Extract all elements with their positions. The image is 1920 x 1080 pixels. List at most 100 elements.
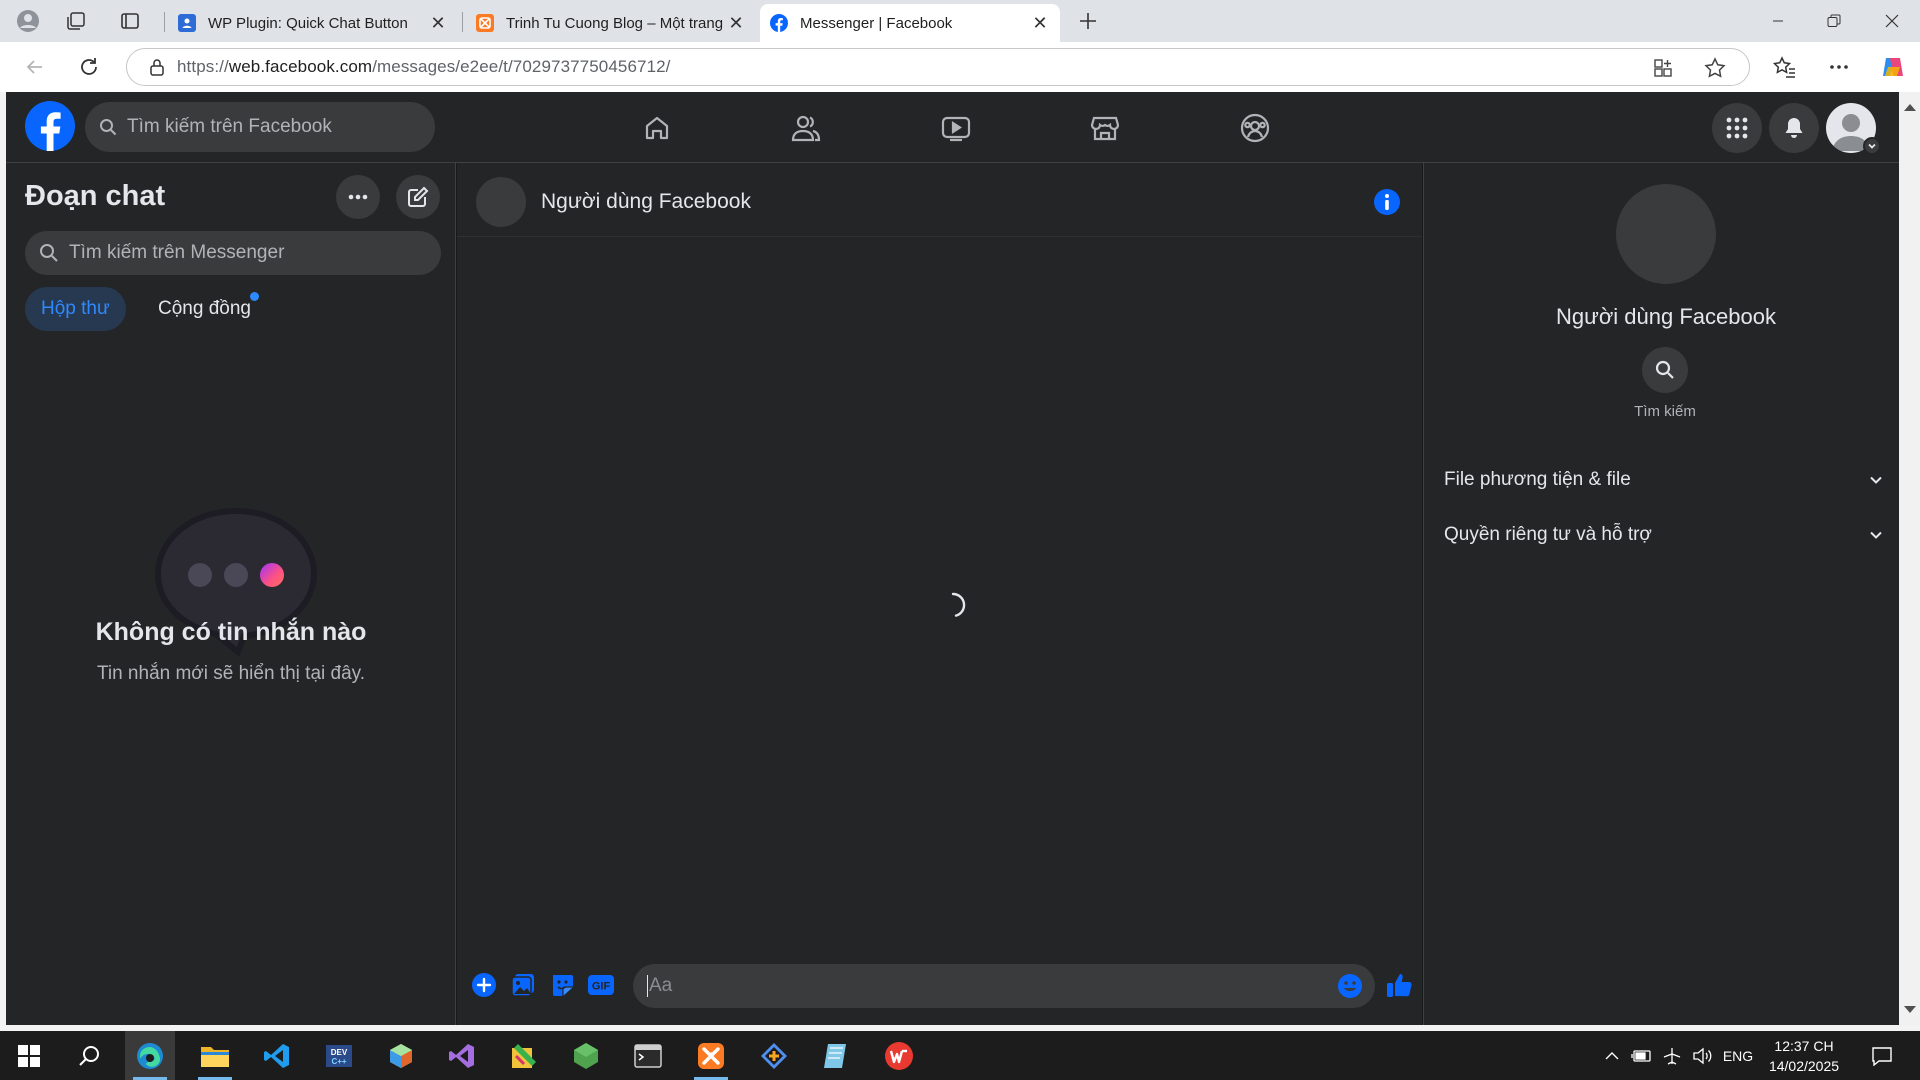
close-tab-icon[interactable]: ✕ xyxy=(726,13,746,33)
url-field[interactable]: https://web.facebook.com/messages/e2ee/t… xyxy=(126,48,1750,86)
xampp-icon xyxy=(476,14,494,32)
section-label: Quyền riêng tư và hỗ trợ xyxy=(1444,524,1652,545)
tab-title: Trinh Tu Cuong Blog – Một trang xyxy=(506,14,724,32)
xampp-icon[interactable] xyxy=(686,1031,736,1080)
tab-community[interactable]: Cộng đồng xyxy=(142,287,267,331)
photo-icon[interactable] xyxy=(508,970,538,1000)
tab-inbox[interactable]: Hộp thư xyxy=(25,287,126,331)
battery-icon[interactable] xyxy=(1628,1031,1656,1080)
section-label: File phương tiện & file xyxy=(1444,469,1631,490)
taskbar-clock[interactable]: 12:37 CH 14/02/2025 xyxy=(1760,1036,1848,1076)
workspaces-icon[interactable] xyxy=(60,6,92,36)
empty-state-subtitle: Tin nhắn mới sẽ hiển thị tại đây. xyxy=(96,663,366,684)
chat-options-button[interactable] xyxy=(336,175,380,219)
paint-app-icon[interactable] xyxy=(499,1031,549,1080)
copilot-icon[interactable] xyxy=(1876,51,1910,83)
lock-icon[interactable] xyxy=(137,58,177,76)
minimize-icon[interactable] xyxy=(1750,0,1806,42)
contact-avatar-large[interactable] xyxy=(1616,184,1716,284)
favorite-star-icon[interactable] xyxy=(1697,49,1733,87)
git-tool-icon[interactable] xyxy=(749,1031,799,1080)
new-tab-icon[interactable] xyxy=(1072,6,1104,36)
clock-date: 14/02/2025 xyxy=(1768,1058,1840,1074)
nodejs-icon[interactable] xyxy=(561,1031,611,1080)
plus-circle-icon[interactable] xyxy=(469,970,499,1000)
more-menu-icon[interactable] xyxy=(1822,51,1856,83)
compose-icon xyxy=(408,186,429,207)
chats-sidebar: Đoạn chat Tìm kiếm trên Messenger Hộp th… xyxy=(6,163,456,1025)
scroll-down-icon[interactable] xyxy=(1904,1006,1916,1013)
search-label: Tìm kiếm xyxy=(1634,403,1696,420)
page-viewport: Tìm kiếm trên Facebook Đoạn chat Tìm kiế… xyxy=(6,92,1899,1025)
section-privacy-support[interactable]: Quyền riêng tư và hỗ trợ xyxy=(1444,515,1884,555)
conversation-details-panel: Người dùng Facebook Tìm kiếm File phương… xyxy=(1423,163,1899,1025)
contact-name[interactable]: Người dùng Facebook xyxy=(541,190,751,214)
edge-icon[interactable] xyxy=(125,1031,175,1080)
page-scrollbar[interactable] xyxy=(1899,92,1920,1025)
reload-icon[interactable] xyxy=(72,51,106,83)
chevron-down-icon xyxy=(1870,476,1882,484)
terminal-icon[interactable] xyxy=(623,1031,673,1080)
info-icon[interactable] xyxy=(1373,188,1401,216)
marketplace-icon[interactable] xyxy=(1045,100,1165,156)
address-bar-row: https://web.facebook.com/messages/e2ee/t… xyxy=(0,42,1920,92)
tab-wp-plugin[interactable]: WP Plugin: Quick Chat Button ✕ xyxy=(168,4,458,42)
browser-tab-bar: WP Plugin: Quick Chat Button ✕ Trinh Tu … xyxy=(0,0,1920,42)
notifications-bell-icon[interactable] xyxy=(1769,103,1819,153)
home-icon[interactable] xyxy=(597,100,717,156)
contact-avatar[interactable] xyxy=(476,177,526,227)
devcpp-icon[interactable]: DEV C++ xyxy=(314,1031,364,1080)
wps-office-icon[interactable] xyxy=(874,1031,924,1080)
chevron-down-icon[interactable] xyxy=(1863,137,1881,155)
menu-grid-icon[interactable] xyxy=(1712,103,1762,153)
restore-icon[interactable] xyxy=(1806,0,1862,42)
notes-app-icon[interactable] xyxy=(811,1031,861,1080)
facebook-search-input[interactable]: Tìm kiếm trên Facebook xyxy=(85,102,435,152)
visual-studio-icon[interactable] xyxy=(437,1031,487,1080)
tab-actions-icon[interactable] xyxy=(114,6,146,36)
close-window-icon[interactable] xyxy=(1864,0,1920,42)
messenger-search-input[interactable]: Tìm kiếm trên Messenger xyxy=(25,231,441,275)
3d-cube-app-icon[interactable] xyxy=(376,1031,426,1080)
input-language[interactable]: ENG xyxy=(1718,1031,1758,1080)
svg-text:DEV: DEV xyxy=(331,1048,348,1057)
notifications-center-icon[interactable] xyxy=(1864,1031,1900,1080)
close-tab-icon[interactable]: ✕ xyxy=(428,13,448,33)
conversation-panel: Người dùng Facebook GIF Aa xyxy=(457,163,1422,1025)
sticker-icon[interactable] xyxy=(547,970,577,1000)
show-hidden-icons-icon[interactable] xyxy=(1600,1031,1624,1080)
tab-messenger[interactable]: Messenger | Facebook ✕ xyxy=(760,4,1060,42)
windows-start-icon[interactable] xyxy=(4,1031,54,1080)
chevron-down-icon xyxy=(1870,531,1882,539)
search-in-conversation-button[interactable] xyxy=(1642,347,1688,393)
volume-icon[interactable] xyxy=(1688,1031,1716,1080)
emoji-icon[interactable] xyxy=(1335,971,1365,1001)
scroll-up-icon[interactable] xyxy=(1904,104,1916,111)
search-icon[interactable] xyxy=(64,1031,114,1080)
message-input[interactable]: Aa xyxy=(633,964,1375,1008)
airplane-mode-icon[interactable] xyxy=(1658,1031,1686,1080)
vscode-icon[interactable] xyxy=(252,1031,302,1080)
svg-text:GIF: GIF xyxy=(592,981,611,993)
tab-title: WP Plugin: Quick Chat Button xyxy=(208,14,408,32)
friends-icon[interactable] xyxy=(746,100,866,156)
loading-spinner-icon xyxy=(939,591,967,619)
favorites-icon[interactable] xyxy=(1768,51,1802,83)
groups-icon[interactable] xyxy=(1195,100,1315,156)
tab-trinh-tu-cuong-blog[interactable]: Trinh Tu Cuong Blog – Một trang ✕ xyxy=(466,4,756,42)
file-explorer-icon[interactable] xyxy=(190,1031,240,1080)
gif-icon[interactable]: GIF xyxy=(586,970,616,1000)
search-icon xyxy=(1655,360,1674,379)
section-media-files[interactable]: File phương tiện & file xyxy=(1444,460,1884,500)
new-message-button[interactable] xyxy=(396,175,440,219)
like-thumb-icon[interactable] xyxy=(1384,970,1414,1000)
chats-title: Đoạn chat xyxy=(25,180,166,212)
tab-title: Messenger | Facebook xyxy=(800,14,953,32)
watch-icon[interactable] xyxy=(896,100,1016,156)
url-text: https://web.facebook.com/messages/e2ee/t… xyxy=(177,57,671,76)
back-icon[interactable] xyxy=(18,51,52,83)
facebook-logo-icon[interactable] xyxy=(25,101,75,151)
app-available-icon[interactable] xyxy=(1645,49,1681,87)
close-tab-icon[interactable]: ✕ xyxy=(1030,13,1050,33)
profile-icon[interactable] xyxy=(12,6,44,36)
